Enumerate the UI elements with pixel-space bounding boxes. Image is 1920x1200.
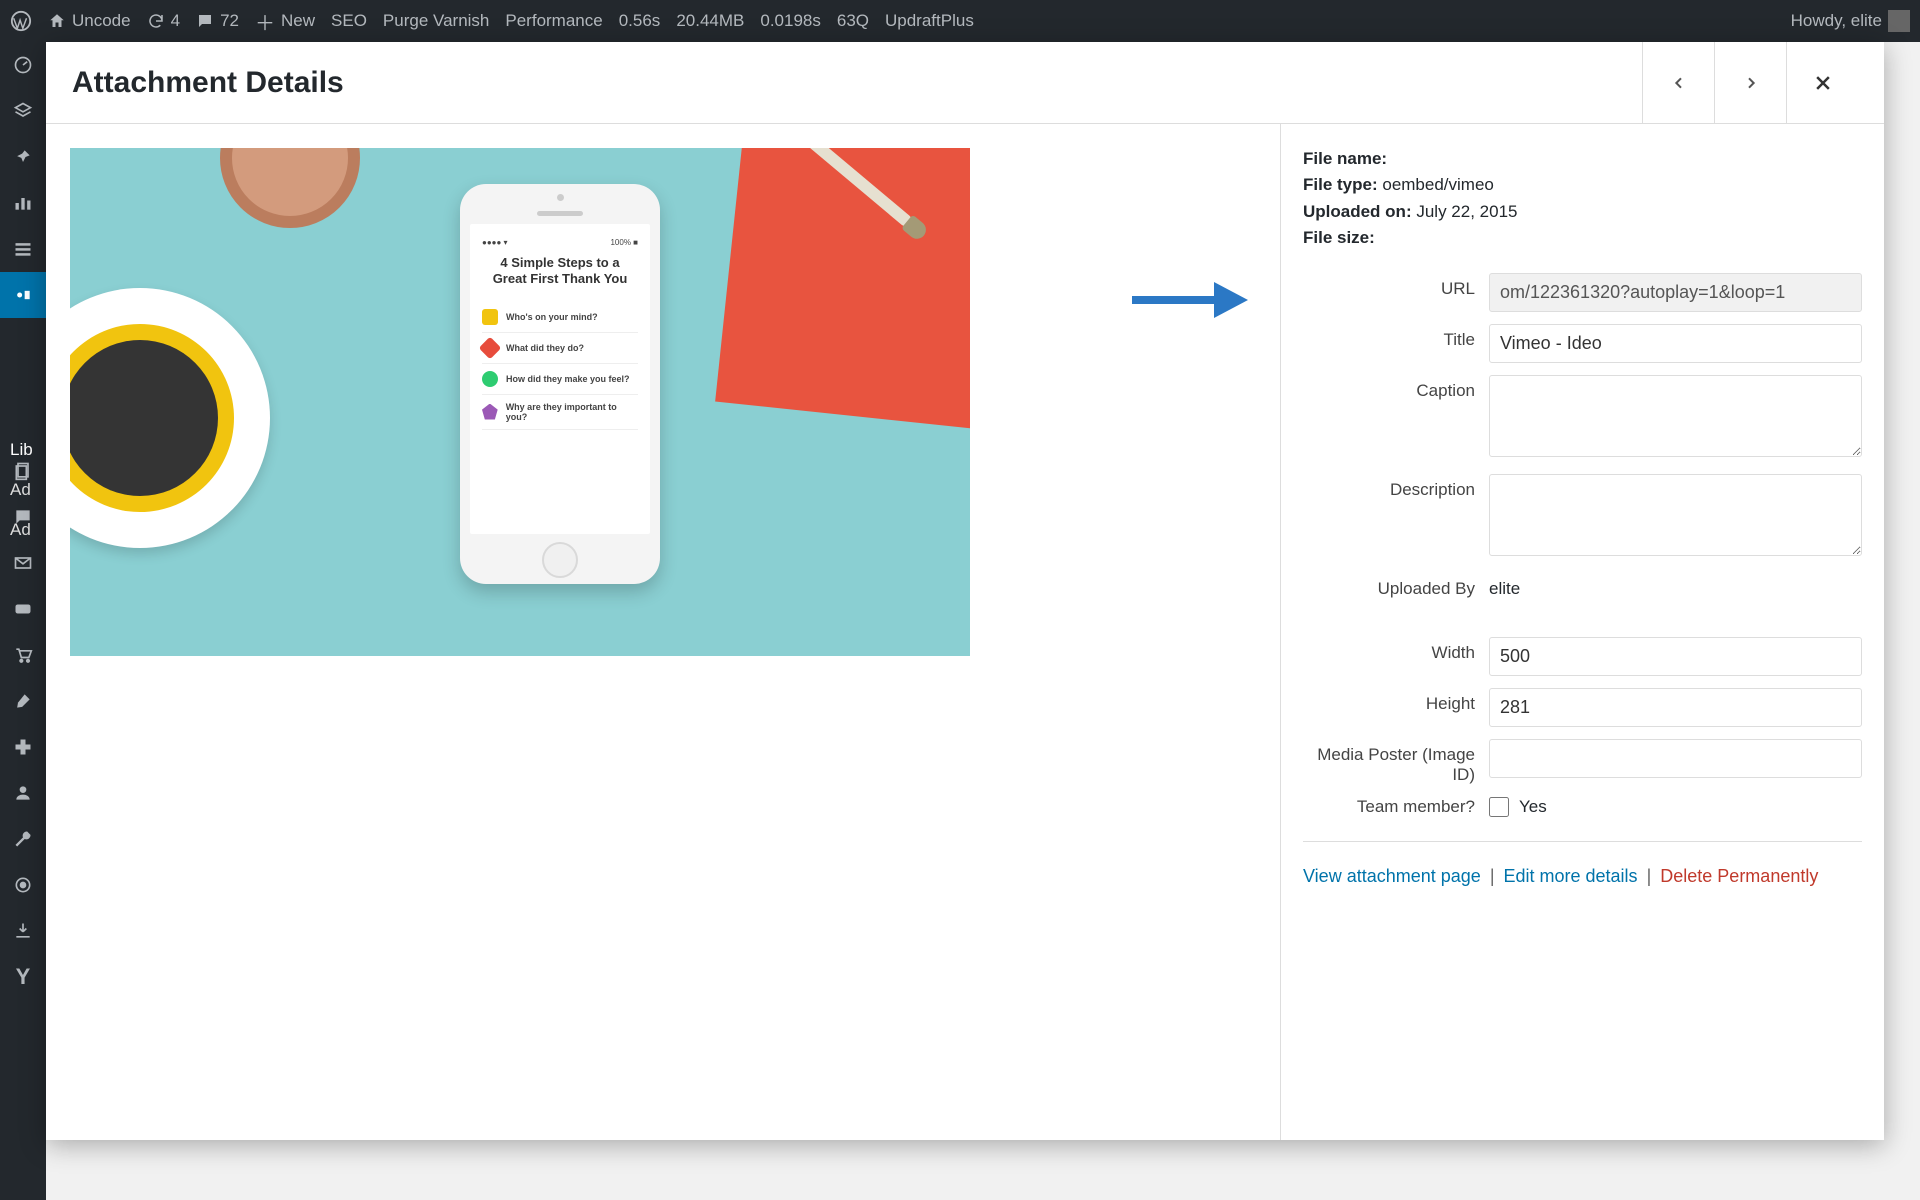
- height-label: Height: [1303, 688, 1489, 714]
- uploadedby-value: elite: [1489, 573, 1862, 599]
- attachment-details-modal: Attachment Details ●●●● ▾100% ■ 4 Simple…: [46, 42, 1884, 1140]
- layers-icon[interactable]: [0, 88, 46, 134]
- close-button[interactable]: [1786, 42, 1858, 124]
- caption-input[interactable]: [1489, 375, 1862, 457]
- media-icon[interactable]: [0, 272, 46, 318]
- purge-varnish[interactable]: Purge Varnish: [383, 11, 489, 31]
- new-label: New: [281, 11, 315, 31]
- title-input[interactable]: [1489, 324, 1862, 363]
- phone-row-2: What did they do?: [506, 343, 584, 353]
- perf-db: 0.0198s: [760, 11, 821, 31]
- filetype-label: File type:: [1303, 175, 1378, 194]
- bowl-graphic: [220, 148, 360, 228]
- attachment-preview: ●●●● ▾100% ■ 4 Simple Steps to a Great F…: [70, 148, 970, 656]
- team-label: Team member?: [1303, 797, 1489, 817]
- new-button[interactable]: ＋ New: [255, 7, 315, 36]
- site-name-label: Uncode: [72, 11, 131, 31]
- next-button[interactable]: [1714, 42, 1786, 124]
- seo-menu[interactable]: SEO: [331, 11, 367, 31]
- admin-sidebar: Y: [0, 42, 46, 1200]
- download-icon[interactable]: [0, 908, 46, 954]
- list-icon[interactable]: [0, 226, 46, 272]
- action-links: View attachment page | Edit more details…: [1303, 866, 1862, 887]
- howdy-user[interactable]: Howdy, elite: [1791, 10, 1910, 32]
- submenu-add-1[interactable]: Ad: [10, 470, 33, 510]
- filetype-value: oembed/vimeo: [1382, 175, 1494, 194]
- caption-label: Caption: [1303, 375, 1489, 401]
- woo-icon[interactable]: [0, 586, 46, 632]
- divider: [1303, 841, 1862, 842]
- url-label: URL: [1303, 273, 1489, 299]
- uploaded-label: Uploaded on:: [1303, 202, 1412, 221]
- file-meta: File name: File type: oembed/vimeo Uploa…: [1303, 146, 1862, 251]
- uploadedby-label: Uploaded By: [1303, 573, 1489, 599]
- edit-details-link[interactable]: Edit more details: [1504, 866, 1638, 886]
- modal-title: Attachment Details: [72, 66, 344, 100]
- updates-count: 4: [171, 11, 180, 31]
- width-input[interactable]: [1489, 637, 1862, 676]
- delete-permanently-link[interactable]: Delete Permanently: [1660, 866, 1818, 886]
- tools-icon[interactable]: [0, 816, 46, 862]
- analytics-icon[interactable]: [0, 180, 46, 226]
- phone-graphic: ●●●● ▾100% ■ 4 Simple Steps to a Great F…: [460, 184, 660, 584]
- media-submenu: Lib Ad Ad: [10, 430, 33, 550]
- url-input[interactable]: [1489, 273, 1862, 312]
- cup-graphic: [70, 288, 270, 548]
- perf-queries: 63Q: [837, 11, 869, 31]
- title-label: Title: [1303, 324, 1489, 350]
- brush-icon[interactable]: [0, 678, 46, 724]
- width-label: Width: [1303, 637, 1489, 663]
- wp-logo-icon[interactable]: [10, 10, 32, 32]
- height-input[interactable]: [1489, 688, 1862, 727]
- submenu-add-2[interactable]: Ad: [10, 510, 33, 550]
- dashboard-icon[interactable]: [0, 42, 46, 88]
- avatar: [1888, 10, 1910, 32]
- team-yes-label: Yes: [1519, 797, 1547, 817]
- users-icon[interactable]: [0, 770, 46, 816]
- description-label: Description: [1303, 474, 1489, 500]
- submenu-library[interactable]: Lib: [10, 430, 33, 470]
- details-pane: File name: File type: oembed/vimeo Uploa…: [1280, 124, 1884, 1140]
- site-name[interactable]: Uncode: [48, 11, 131, 31]
- uploaded-value: July 22, 2015: [1416, 202, 1517, 221]
- phone-row-3: How did they make you feel?: [506, 374, 630, 384]
- preview-pane: ●●●● ▾100% ■ 4 Simple Steps to a Great F…: [46, 124, 1280, 1140]
- phone-row-4: Why are they important to you?: [506, 402, 638, 422]
- team-checkbox[interactable]: [1489, 797, 1509, 817]
- performance-menu[interactable]: Performance: [505, 11, 602, 31]
- circle-icon[interactable]: [0, 862, 46, 908]
- updraftplus-menu[interactable]: UpdraftPlus: [885, 11, 974, 31]
- admin-bar: Uncode 4 72 ＋ New SEO Purge Varnish Perf…: [0, 0, 1920, 42]
- pin-icon[interactable]: [0, 134, 46, 180]
- phone-row-1: Who's on your mind?: [506, 312, 598, 322]
- updates-icon[interactable]: 4: [147, 11, 180, 31]
- cart-icon[interactable]: [0, 632, 46, 678]
- poster-input[interactable]: [1489, 739, 1862, 778]
- perf-time: 0.56s: [619, 11, 661, 31]
- y-icon[interactable]: Y: [0, 954, 46, 1000]
- notebook-graphic: [715, 148, 970, 433]
- description-input[interactable]: [1489, 474, 1862, 556]
- filename-label: File name:: [1303, 149, 1387, 168]
- poster-label: Media Poster (Image ID): [1303, 739, 1489, 785]
- comments-icon[interactable]: 72: [196, 11, 239, 31]
- howdy-label: Howdy, elite: [1791, 11, 1882, 31]
- modal-header: Attachment Details: [46, 42, 1884, 124]
- perf-memory: 20.44MB: [676, 11, 744, 31]
- plugins-icon[interactable]: [0, 724, 46, 770]
- phone-heading: 4 Simple Steps to a Great First Thank Yo…: [482, 255, 638, 288]
- prev-button[interactable]: [1642, 42, 1714, 124]
- view-attachment-link[interactable]: View attachment page: [1303, 866, 1481, 886]
- filesize-label: File size:: [1303, 228, 1375, 247]
- comments-count: 72: [220, 11, 239, 31]
